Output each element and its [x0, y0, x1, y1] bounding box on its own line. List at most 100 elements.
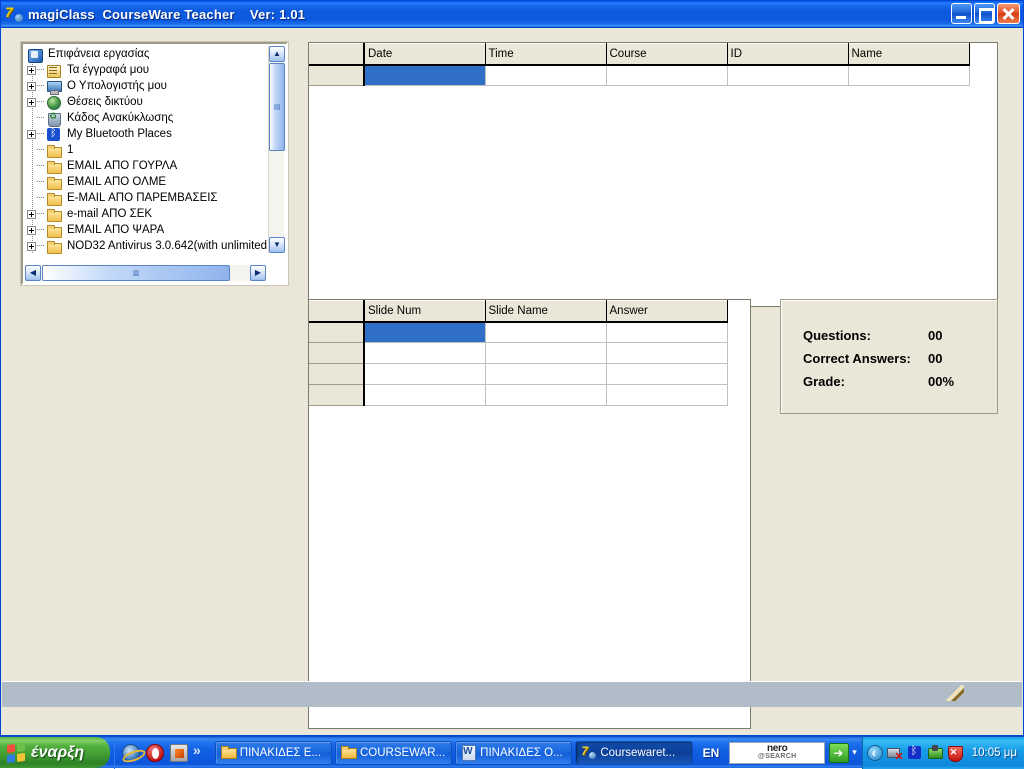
- nero-search-input[interactable]: nero @SEARCH: [729, 742, 825, 764]
- grid-cell[interactable]: [727, 65, 848, 86]
- taskbar-task-button[interactable]: Coursewaret...: [575, 741, 692, 765]
- scroll-up-button[interactable]: ▲: [269, 46, 285, 62]
- grid-cell[interactable]: [485, 65, 606, 86]
- windows-flag-icon: [7, 743, 25, 763]
- tree-item-label: Ο Υπολογιστής μου: [66, 80, 167, 92]
- opera-browser-icon[interactable]: [146, 744, 164, 762]
- tree-item[interactable]: 1: [27, 142, 270, 158]
- taskbar-task-button[interactable]: COURSEWAR...: [335, 741, 452, 765]
- grid-cell[interactable]: [364, 343, 485, 364]
- expand-plus-icon[interactable]: [27, 66, 36, 75]
- tree-item[interactable]: My Bluetooth Places: [27, 126, 270, 142]
- slides-data-grid[interactable]: Slide NumSlide NameAnswer: [308, 299, 751, 729]
- client-area: Επιφάνεια εργασίας Τα έγγραφά μου Ο Υπολογ…: [1, 28, 1023, 708]
- grid-cell[interactable]: [364, 322, 485, 343]
- table-row[interactable]: [309, 322, 727, 343]
- quick-launch-overflow-icon[interactable]: »: [193, 742, 201, 758]
- grid-cell[interactable]: [364, 385, 485, 406]
- table-row[interactable]: [309, 364, 727, 385]
- tree-item[interactable]: EMAIL ΑΠΟ ΟΛΜΕ: [27, 174, 270, 190]
- chevron-down-icon[interactable]: ▾: [852, 747, 857, 758]
- grid-cell[interactable]: [606, 385, 727, 406]
- chevron-left-icon: ◀: [30, 269, 36, 277]
- expand-plus-icon[interactable]: [27, 98, 36, 107]
- column-header[interactable]: Slide Name: [485, 301, 606, 322]
- maximize-button[interactable]: [974, 3, 995, 24]
- grid-cell[interactable]: [606, 65, 727, 86]
- table-row[interactable]: [309, 65, 969, 86]
- tree-item-label: Επιφάνεια εργασίας: [47, 48, 149, 60]
- grid-cell[interactable]: [606, 364, 727, 385]
- start-button[interactable]: έναρξη: [0, 737, 110, 768]
- row-header-cell[interactable]: [309, 65, 364, 86]
- media-player-icon[interactable]: [170, 744, 188, 762]
- grid-cell[interactable]: [606, 322, 727, 343]
- grid-cell[interactable]: [485, 343, 606, 364]
- grid-corner-header[interactable]: [309, 301, 364, 322]
- vertical-scroll-thumb[interactable]: ▤: [269, 63, 285, 151]
- taskbar-task-button[interactable]: ΠΙΝΑΚΙΔΕΣ Ο...: [455, 741, 572, 765]
- expand-plus-icon[interactable]: [27, 82, 36, 91]
- row-header-cell[interactable]: [309, 364, 364, 385]
- tree-vertical-scrollbar[interactable]: ▲ ▤ ▼: [268, 46, 284, 253]
- nero-search-go-button[interactable]: [829, 743, 849, 763]
- grid-cell[interactable]: [485, 364, 606, 385]
- tree-item[interactable]: Επιφάνεια εργασίας: [27, 46, 270, 62]
- tree-item[interactable]: Κάδος Ανακύκλωσης: [27, 110, 270, 126]
- tree-item[interactable]: Θέσεις δικτύου: [27, 94, 270, 110]
- language-indicator[interactable]: EN: [693, 746, 730, 760]
- folder-tree-panel[interactable]: Επιφάνεια εργασίας Τα έγγραφά μου Ο Υπολογ…: [21, 42, 288, 285]
- scroll-down-button[interactable]: ▼: [269, 237, 285, 253]
- grid-cell[interactable]: [364, 65, 485, 86]
- internet-explorer-icon[interactable]: [122, 744, 140, 762]
- column-header[interactable]: Course: [606, 44, 727, 65]
- table-row[interactable]: [309, 343, 727, 364]
- tree-item[interactable]: E-MAIL ΑΠΟ ΠΑΡΕΜΒΑΣΕΙΣ: [27, 190, 270, 206]
- expand-plus-icon[interactable]: [27, 242, 36, 251]
- grid-cell[interactable]: [606, 343, 727, 364]
- minimize-button[interactable]: [951, 3, 972, 24]
- security-shield-icon[interactable]: [947, 745, 963, 761]
- tree-item[interactable]: Τα έγγραφά μου: [27, 62, 270, 78]
- tree-item[interactable]: EMAIL ΑΠΟ ΨΑΡΑ: [27, 222, 270, 238]
- column-header[interactable]: Slide Num: [364, 301, 485, 322]
- column-header[interactable]: Date: [364, 44, 485, 65]
- grid-corner-header[interactable]: [309, 44, 364, 65]
- table-row[interactable]: [309, 385, 727, 406]
- scroll-right-button[interactable]: ▶: [250, 265, 266, 281]
- folder-tree-list[interactable]: Επιφάνεια εργασίας Τα έγγραφά μου Ο Υπολογ…: [23, 44, 270, 256]
- column-header[interactable]: Answer: [606, 301, 727, 322]
- grid-cell[interactable]: [364, 364, 485, 385]
- bluetooth-icon[interactable]: [907, 745, 923, 761]
- row-header-cell[interactable]: [309, 343, 364, 364]
- tree-spacer: [27, 146, 36, 155]
- scroll-left-button[interactable]: ◀: [25, 265, 41, 281]
- expand-plus-icon[interactable]: [27, 210, 36, 219]
- network-disconnected-icon[interactable]: [887, 745, 903, 761]
- column-header[interactable]: ID: [727, 44, 848, 65]
- grid-cell[interactable]: [485, 322, 606, 343]
- close-button[interactable]: [997, 3, 1020, 24]
- horizontal-scroll-thumb[interactable]: ▥: [42, 265, 230, 281]
- row-header-cell[interactable]: [309, 322, 364, 343]
- tree-item[interactable]: EMAIL ΑΠΟ ΓΟΥΡΛΑ: [27, 158, 270, 174]
- taskbar-task-button[interactable]: ΠΙΝΑΚΙΔΕΣ Ε...: [215, 741, 332, 765]
- expand-plus-icon[interactable]: [27, 226, 36, 235]
- row-header-cell[interactable]: [309, 385, 364, 406]
- expand-plus-icon[interactable]: [27, 130, 36, 139]
- usb-device-icon[interactable]: [927, 745, 943, 761]
- recycle-bin-icon: [46, 111, 62, 126]
- tree-item[interactable]: e-mail ΑΠΟ ΣΕΚ: [27, 206, 270, 222]
- word-document-icon: [461, 745, 476, 760]
- tree-horizontal-scrollbar[interactable]: ◀ ▥ ▶: [25, 265, 266, 281]
- tree-item[interactable]: Ο Υπολογιστής μου: [27, 78, 270, 94]
- tray-expand-icon[interactable]: [867, 745, 883, 761]
- clock[interactable]: 10:05 μμ: [972, 747, 1017, 759]
- tree-item[interactable]: NOD32 Antivirus 3.0.642(with unlimited u…: [27, 238, 270, 254]
- session-data-grid[interactable]: DateTimeCourseIDName: [308, 42, 998, 307]
- column-header[interactable]: Time: [485, 44, 606, 65]
- column-header[interactable]: Name: [848, 44, 969, 65]
- grid-cell[interactable]: [848, 65, 969, 86]
- grid-cell[interactable]: [485, 385, 606, 406]
- resize-grip-icon[interactable]: [946, 685, 964, 701]
